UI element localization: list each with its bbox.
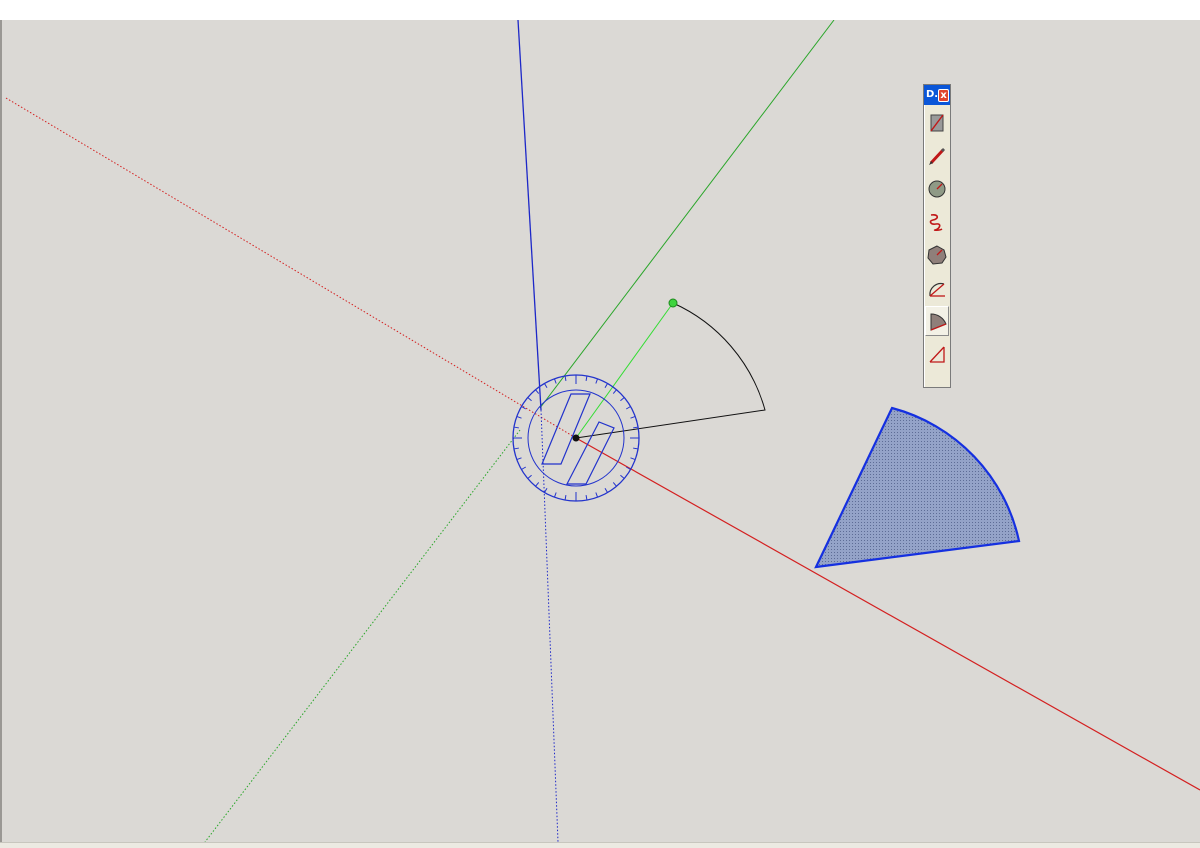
two-point-arc-icon xyxy=(929,346,945,363)
pie-tool-button[interactable] xyxy=(925,306,949,336)
toolbar-title: D. xyxy=(926,89,939,100)
protractor-tick xyxy=(553,378,557,384)
protractor-tick xyxy=(633,447,639,450)
protractor-tick xyxy=(535,389,540,394)
pie-icon xyxy=(930,313,947,331)
protractor-tick xyxy=(585,375,588,381)
protractor-tick xyxy=(620,474,625,479)
protractor-tick xyxy=(564,375,567,381)
protractor-tick xyxy=(535,482,540,487)
pencil-tool-button[interactable] xyxy=(925,141,949,171)
green-axis-negative xyxy=(204,429,521,842)
protractor-tick xyxy=(620,397,625,402)
protractor-tick xyxy=(612,389,617,394)
toolbar-close-button[interactable]: x xyxy=(938,88,949,102)
scene-canvas[interactable] xyxy=(0,0,1200,848)
status-bar xyxy=(0,842,1200,848)
protractor-tick xyxy=(630,457,636,461)
pie-face[interactable] xyxy=(814,406,1021,569)
rectangle-tool-button[interactable] xyxy=(925,108,949,138)
polygon-tool-button[interactable] xyxy=(925,240,949,270)
protractor-tick xyxy=(625,406,631,410)
protractor-tick xyxy=(595,492,599,498)
protractor-tick xyxy=(612,482,617,487)
protractor-tick xyxy=(595,378,599,384)
toolbar-titlebar[interactable]: D. x xyxy=(924,85,950,105)
protractor-tick xyxy=(516,457,522,461)
red-axis-negative xyxy=(5,97,577,439)
protractor-tick xyxy=(527,397,532,402)
protractor-tick xyxy=(513,426,519,429)
protractor-tick xyxy=(521,466,527,470)
protractor-tick xyxy=(604,487,608,493)
circle-icon xyxy=(928,180,946,198)
protractor-tick xyxy=(544,487,548,493)
rectangle-icon xyxy=(930,114,944,132)
protractor-tick xyxy=(553,492,557,498)
protractor-tick xyxy=(633,426,639,429)
protractor-tick xyxy=(513,447,519,450)
pencil-icon xyxy=(929,147,946,165)
protractor-tick xyxy=(544,383,548,389)
freehand-icon xyxy=(929,214,943,232)
pie-radius-guide xyxy=(575,302,674,439)
circle-tool-button[interactable] xyxy=(925,174,949,204)
blue-axis-negative xyxy=(540,409,559,842)
protractor-tick xyxy=(527,474,532,479)
drawing-toolbar[interactable]: D. x xyxy=(923,84,951,388)
protractor-tick xyxy=(585,495,588,501)
pie-start-point xyxy=(668,298,678,308)
two-point-arc-tool-button[interactable] xyxy=(925,339,949,369)
protractor-tick xyxy=(516,415,522,419)
protractor-tick xyxy=(564,495,567,501)
polygon-icon xyxy=(927,245,947,265)
protractor-tick xyxy=(604,383,608,389)
protractor-tick xyxy=(630,415,636,419)
blue-axis-positive xyxy=(517,20,542,411)
arc-icon xyxy=(929,282,945,297)
freehand-tool-button[interactable] xyxy=(925,207,949,237)
protractor-center-point xyxy=(572,434,580,442)
green-axis-positive xyxy=(539,20,835,409)
arc-tool-button[interactable] xyxy=(925,273,949,303)
